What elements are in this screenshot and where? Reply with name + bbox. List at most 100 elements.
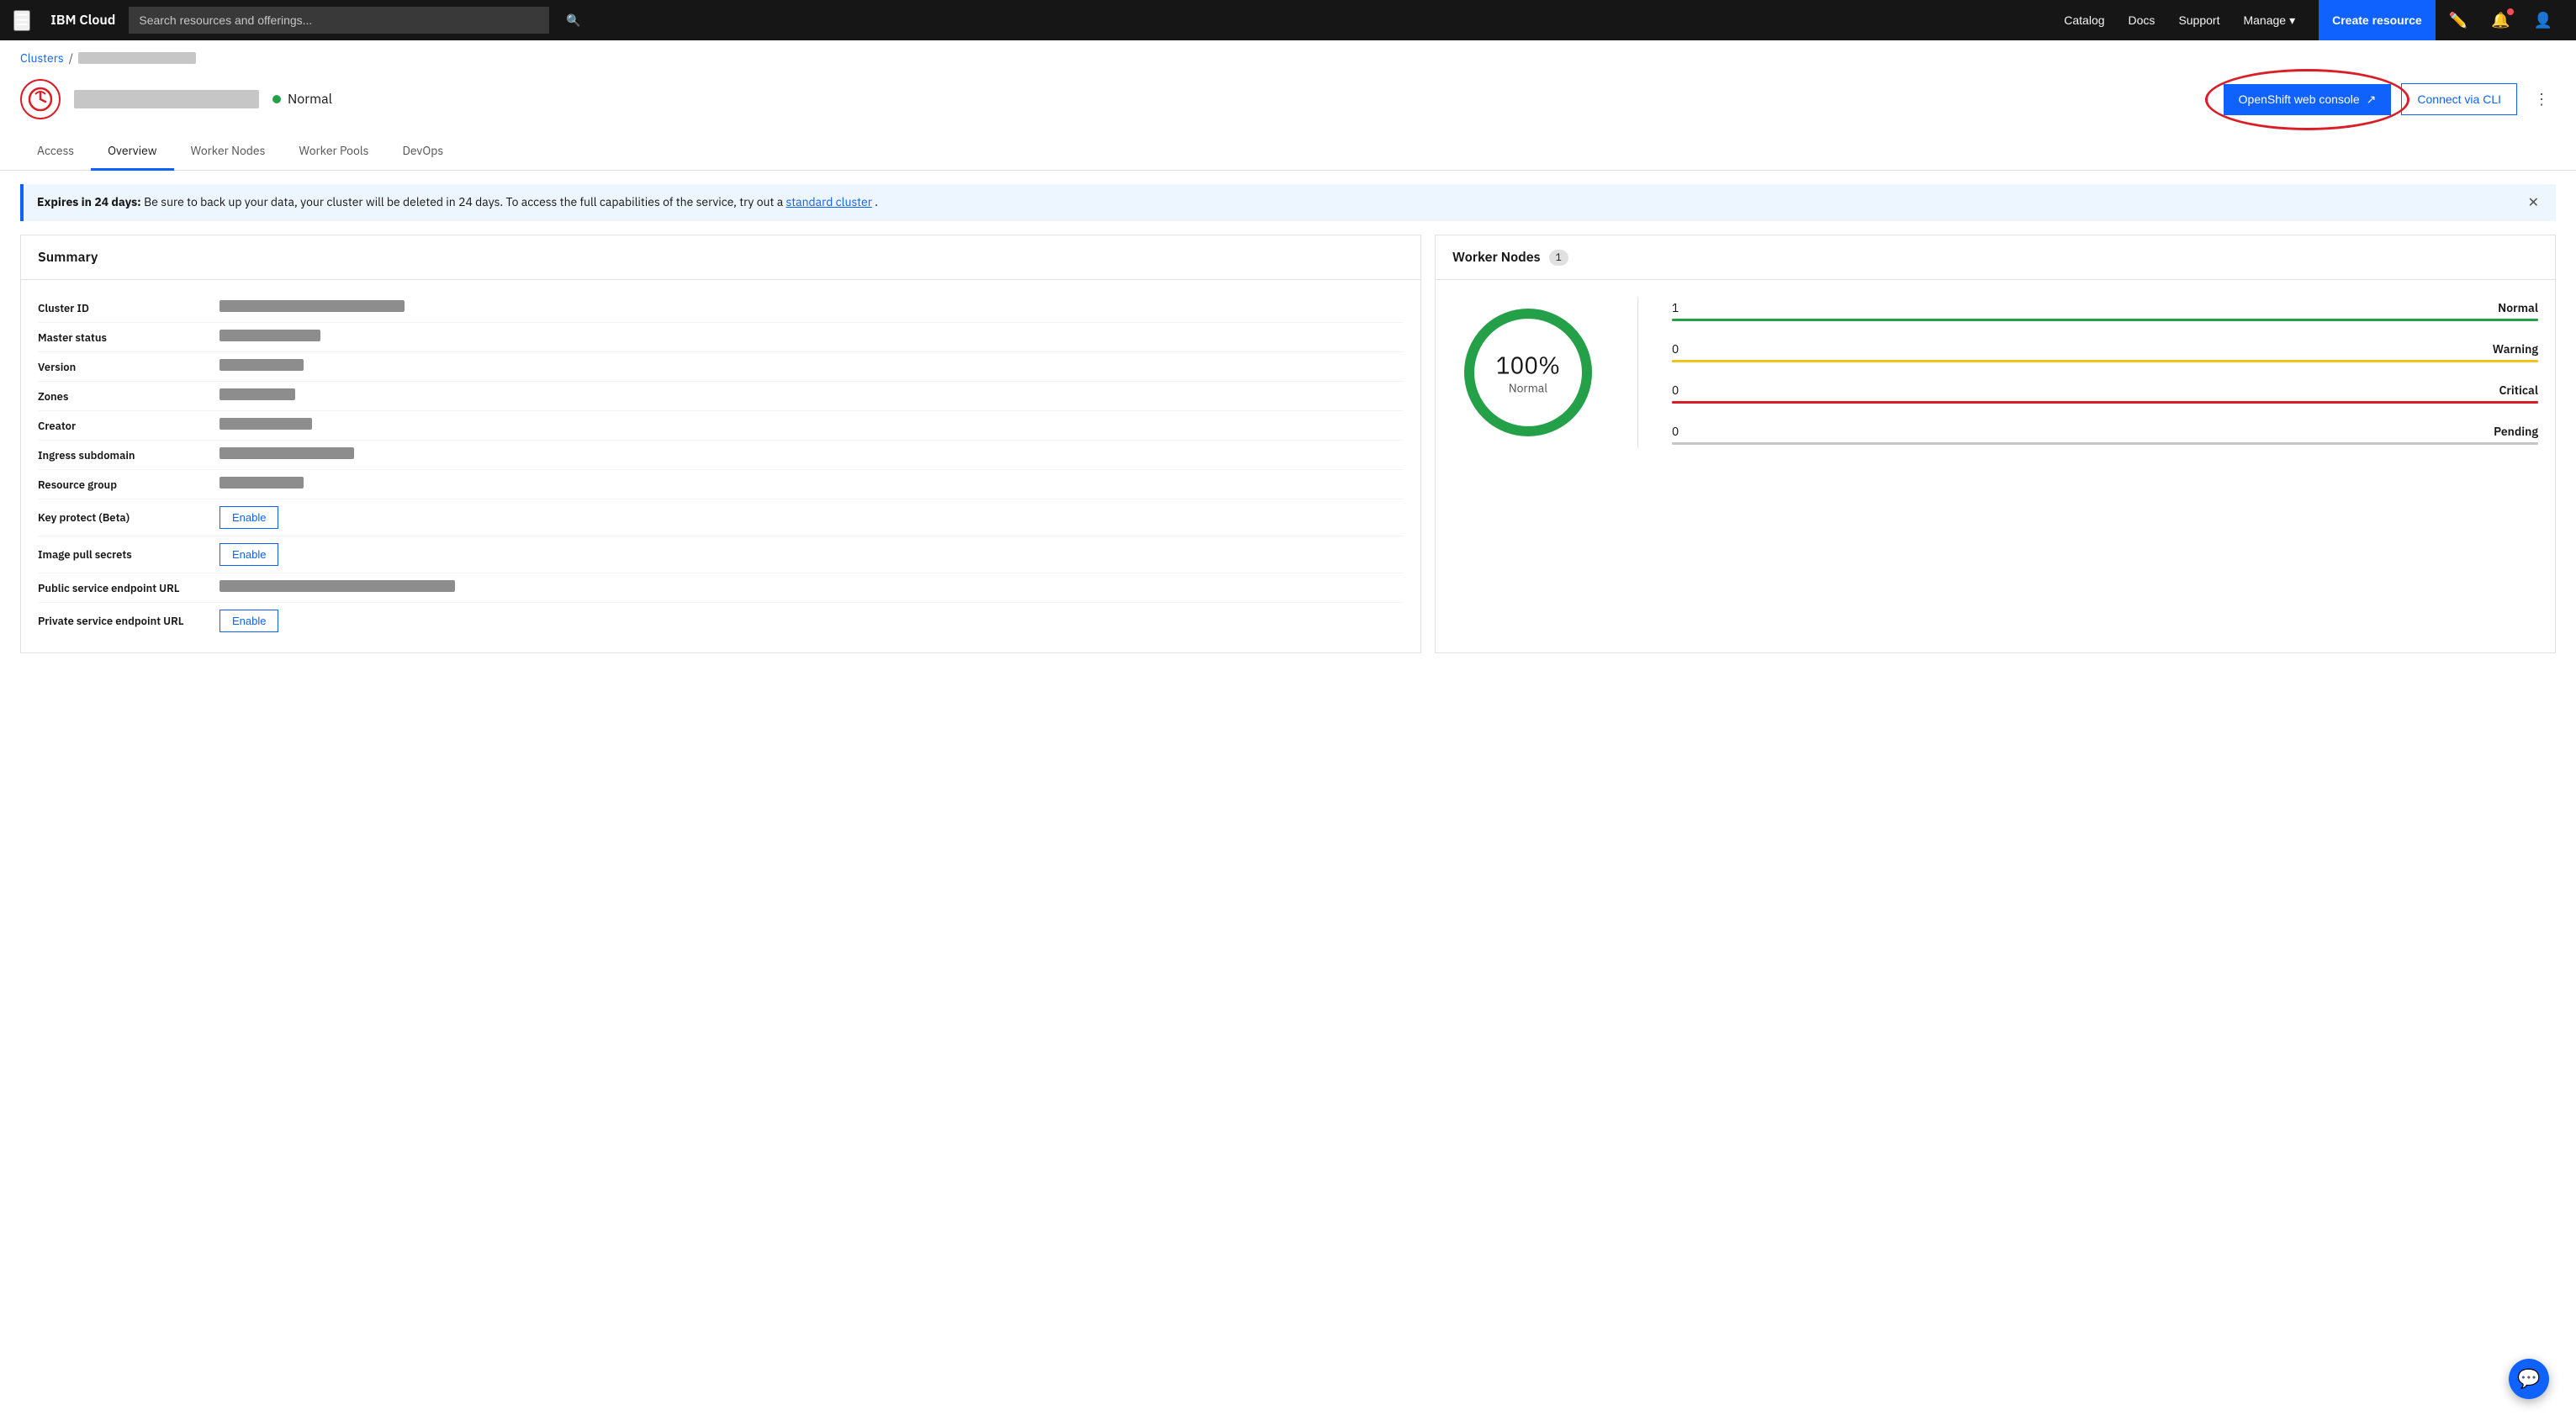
creator-label: Creator	[38, 419, 206, 433]
summary-row-image-pull: Image pull secrets Enable	[38, 536, 1404, 573]
creator-value	[220, 418, 1404, 433]
summary-row-public-url: Public service endpoint URL	[38, 573, 1404, 603]
critical-count: 0	[1672, 383, 1679, 398]
normal-name: Normal	[2498, 300, 2538, 315]
resource-group-label: Resource group	[38, 478, 206, 492]
summary-row-creator: Creator	[38, 411, 1404, 441]
summary-table: Cluster ID Master status Version	[21, 280, 1420, 652]
hamburger-menu[interactable]: ☰	[13, 10, 30, 31]
warning-name: Warning	[2493, 341, 2538, 356]
zones-redacted	[220, 388, 295, 400]
page-wrapper: Clusters / Normal OpenShift	[0, 40, 2576, 1426]
chat-fab-button[interactable]: 💬	[2509, 1359, 2549, 1399]
tab-worker-nodes[interactable]: Worker Nodes	[174, 133, 283, 171]
normal-bar	[1672, 319, 2538, 321]
cluster-header-left: Normal	[20, 79, 332, 119]
search-icon: 🔍	[566, 13, 580, 28]
summary-row-version: Version	[38, 352, 1404, 382]
openshift-console-label: OpenShift web console	[2239, 92, 2360, 106]
summary-row-master-status: Master status	[38, 323, 1404, 352]
cluster-id-value	[220, 300, 1404, 315]
donut-chart: 100% Normal	[1452, 297, 1604, 448]
summary-row-private-url: Private service endpoint URL Enable	[38, 603, 1404, 639]
worker-stats-list: 1 Normal 0 Warning	[1672, 300, 2538, 445]
cluster-status: Normal	[272, 91, 332, 108]
worker-card-body: 100% Normal 1 Normal	[1436, 280, 2555, 465]
docs-link[interactable]: Docs	[2118, 0, 2166, 40]
tab-overview[interactable]: Overview	[91, 133, 173, 171]
version-label: Version	[38, 360, 206, 374]
worker-nodes-card: Worker Nodes 1 100% Normal	[1435, 235, 2556, 653]
banner-bold: Expires in 24 days:	[37, 194, 141, 209]
creator-redacted	[220, 418, 312, 430]
worker-nodes-count-badge: 1	[1549, 250, 1568, 266]
cluster-logo	[20, 79, 61, 119]
image-pull-value: Enable	[220, 543, 1404, 566]
ingress-redacted	[220, 447, 354, 459]
cluster-status-label: Normal	[288, 91, 332, 108]
cluster-id-label: Cluster ID	[38, 301, 206, 315]
cluster-header-right: OpenShift web console ↗ Connect via CLI …	[2224, 83, 2556, 115]
public-url-label: Public service endpoint URL	[38, 581, 206, 595]
donut-status-label: Normal	[1496, 381, 1560, 396]
connect-cli-button[interactable]: Connect via CLI	[2401, 83, 2517, 115]
status-dot-green	[272, 95, 281, 103]
cluster-id-redacted	[220, 300, 405, 312]
tab-access[interactable]: Access	[20, 133, 91, 171]
donut-percentage: 100%	[1496, 350, 1560, 381]
openshift-console-button[interactable]: OpenShift web console ↗	[2224, 84, 2392, 115]
worker-nodes-card-header: Worker Nodes 1	[1436, 235, 2555, 280]
topnav: ☰ IBM Cloud 🔍 Catalog Docs Support Manag…	[0, 0, 2576, 40]
banner-end: .	[875, 194, 878, 209]
catalog-link[interactable]: Catalog	[2054, 0, 2114, 40]
support-link[interactable]: Support	[2168, 0, 2230, 40]
summary-title: Summary	[38, 249, 98, 266]
version-value	[220, 359, 1404, 374]
private-url-value: Enable	[220, 610, 1404, 632]
breadcrumb-current	[78, 52, 196, 64]
main-content: Summary Cluster ID Master status Versi	[0, 235, 2576, 673]
banner-close-button[interactable]: ✕	[2525, 194, 2542, 211]
key-protect-enable-button[interactable]: Enable	[220, 506, 278, 529]
version-redacted	[220, 359, 304, 371]
master-status-value	[220, 330, 1404, 345]
resource-group-value	[220, 477, 1404, 492]
private-url-enable-button[interactable]: Enable	[220, 610, 278, 632]
pending-count: 0	[1672, 424, 1679, 439]
critical-name: Critical	[2499, 383, 2538, 398]
openshift-btn-wrapper: OpenShift web console ↗	[2224, 84, 2392, 115]
zones-label: Zones	[38, 389, 206, 404]
image-pull-label: Image pull secrets	[38, 547, 206, 562]
banner-text: Expires in 24 days: Be sure to back up y…	[37, 194, 878, 209]
brand-logo: IBM Cloud	[50, 12, 115, 29]
key-protect-label: Key protect (Beta)	[38, 510, 206, 525]
breadcrumb: Clusters /	[0, 40, 2576, 66]
ingress-value	[220, 447, 1404, 462]
summary-row-key-protect: Key protect (Beta) Enable	[38, 499, 1404, 536]
banner-body: Be sure to back up your data, your clust…	[144, 194, 785, 209]
external-link-icon: ↗	[2367, 92, 2377, 107]
tab-worker-pools[interactable]: Worker Pools	[282, 133, 385, 171]
topnav-actions: Create resource ✏️ 🔔 👤	[2319, 0, 2563, 40]
tabs-bar: Access Overview Worker Nodes Worker Pool…	[0, 133, 2576, 171]
warning-bar	[1672, 360, 2538, 362]
image-pull-enable-button[interactable]: Enable	[220, 543, 278, 566]
summary-card: Summary Cluster ID Master status Versi	[20, 235, 1421, 653]
edit-icon-button[interactable]: ✏️	[2439, 0, 2478, 40]
user-profile-button[interactable]: 👤	[2524, 0, 2563, 40]
banner-link[interactable]: standard cluster	[786, 194, 872, 209]
cluster-header: Normal OpenShift web console ↗ Connect v…	[0, 66, 2576, 133]
normal-count: 1	[1672, 300, 1679, 315]
clusters-breadcrumb-link[interactable]: Clusters	[20, 50, 64, 66]
notifications-button[interactable]: 🔔	[2481, 0, 2520, 40]
tab-devops[interactable]: DevOps	[385, 133, 460, 171]
search-input[interactable]	[129, 7, 549, 34]
summary-card-header: Summary	[21, 235, 1420, 280]
manage-link[interactable]: Manage ▾	[2233, 0, 2305, 40]
summary-row-zones: Zones	[38, 382, 1404, 411]
private-url-label: Private service endpoint URL	[38, 614, 206, 628]
stat-warning: 0 Warning	[1672, 341, 2538, 362]
create-resource-button[interactable]: Create resource	[2319, 0, 2436, 40]
stat-normal: 1 Normal	[1672, 300, 2538, 321]
more-options-button[interactable]: ⋮	[2527, 84, 2556, 115]
